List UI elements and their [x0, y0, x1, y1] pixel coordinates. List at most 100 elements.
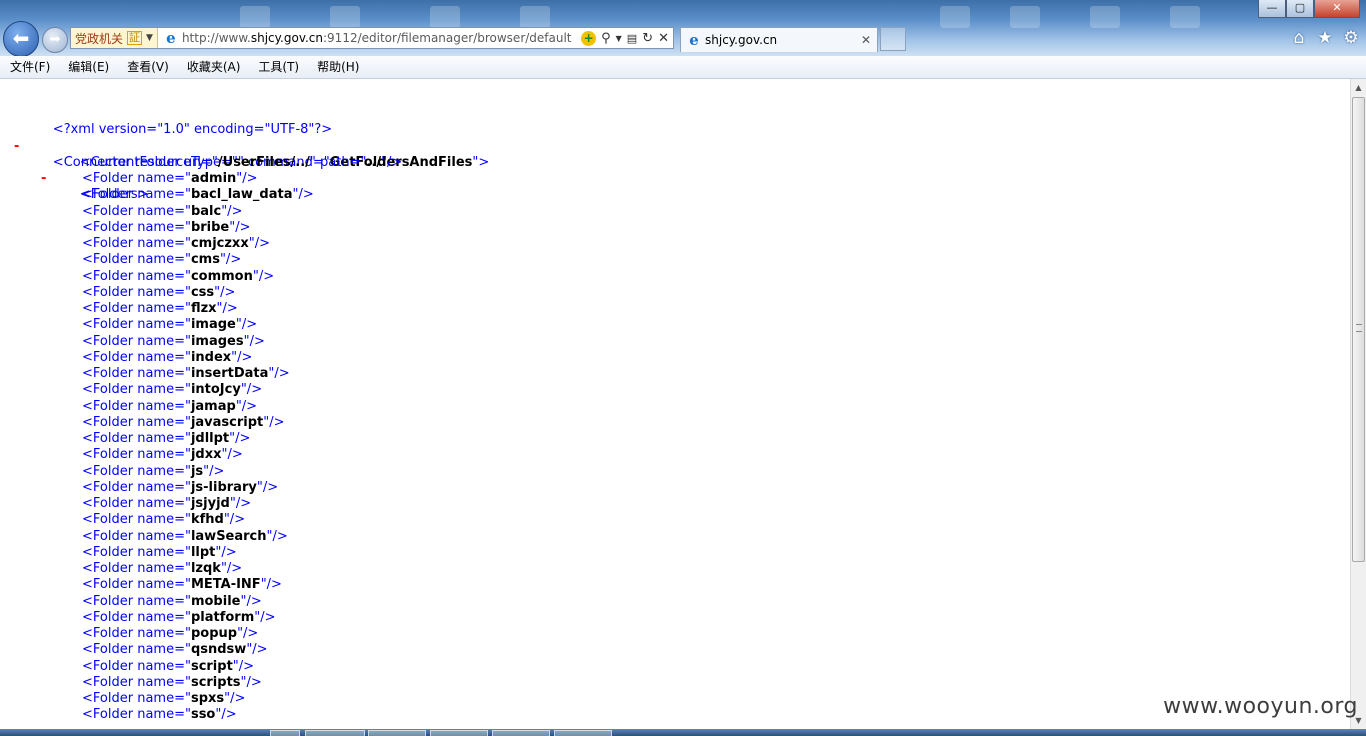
menu-favorites[interactable]: 收藏夹(A) [177, 57, 249, 77]
maximize-button[interactable]: ▢ [1286, 0, 1314, 18]
folder-name: admin [190, 171, 237, 186]
watermark: www.wooyun.org [1163, 694, 1358, 719]
folder-tag-close: "/> [216, 301, 238, 316]
seal-icon: 証 [127, 31, 143, 45]
folder-tag-open: <Folder name=" [82, 171, 191, 186]
close-window-button[interactable]: ✕ [1314, 0, 1360, 18]
folder-tag-close: "/> [215, 544, 237, 560]
folder-tag-close: "/> [229, 219, 251, 235]
folder-tag-open: <Folder name=" [82, 366, 191, 381]
scroll-up-icon[interactable]: ▲ [1351, 79, 1366, 96]
folder-tag-close: "/> [215, 707, 237, 723]
folder-tag-close: "/> [235, 398, 258, 414]
government-site-badge[interactable]: 党政机关 証 ▼ [71, 28, 158, 48]
taskbar-button[interactable] [305, 730, 365, 736]
background-tile [1010, 6, 1040, 28]
close-icon[interactable]: ✕ [859, 33, 873, 47]
folder-name: qsndsw [190, 642, 247, 658]
forward-button[interactable]: ➡ [42, 27, 68, 53]
folder-name: META-INF [190, 577, 261, 593]
folder-tag-close: "/> [248, 236, 270, 251]
folder-name: kfhd [190, 512, 224, 528]
folder-tag-close: "/> [240, 382, 263, 398]
home-icon[interactable]: ⌂ [1290, 28, 1308, 48]
folder-name: flzx [190, 301, 217, 316]
folder-entry: <Folder name="flzx"/> [0, 301, 489, 317]
minimize-button[interactable]: — [1258, 0, 1286, 18]
stop-icon[interactable]: ✕ [658, 31, 669, 46]
folder-tag-open: <Folder name=" [82, 544, 191, 560]
browser-toolbar-icons: ⌂ ★ ⚙ [1290, 28, 1360, 48]
menu-tools[interactable]: 工具(T) [248, 57, 307, 77]
folder-entry: <Folder name="lzqk"/> [0, 561, 489, 577]
badge-label: 党政机关 [75, 31, 124, 46]
folder-tag-close: "/> [231, 349, 253, 365]
taskbar-button[interactable] [430, 730, 488, 736]
grip-icon [1356, 324, 1362, 332]
url-input[interactable]: http://www.shjcy.gov.cn:9112/editor/file… [182, 31, 577, 45]
folder-entry: <Folder name="mobile"/> [0, 594, 489, 610]
chevron-down-icon[interactable]: ▼ [146, 33, 153, 43]
vertical-scrollbar[interactable]: ▲ ▼ [1350, 79, 1366, 729]
address-tools: + ⚲ ▼ ▤ ↻ ✕ [577, 30, 673, 46]
folder-name: sso [190, 707, 216, 723]
folder-entry: <Folder name="kfhd"/> [0, 512, 489, 528]
folder-tag-close: "/> [219, 252, 242, 268]
address-bar[interactable]: 党政机关 証 ▼ e http://www.shjcy.gov.cn:9112/… [70, 27, 674, 49]
folder-tag-open: <Folder name=" [82, 268, 191, 284]
search-icon[interactable]: ⚲ [601, 31, 611, 46]
folder-name: common [190, 268, 253, 284]
folder-tag-close: "/> [254, 609, 276, 625]
taskbar-button[interactable] [368, 730, 426, 736]
taskbar-button[interactable] [270, 730, 300, 736]
folder-tag-open: <Folder name=" [82, 561, 191, 576]
folder-name: js [190, 463, 204, 479]
new-tab-button[interactable] [880, 27, 906, 51]
folder-tag-open: <Folder name=" [82, 593, 191, 609]
back-button[interactable]: ⬅ [3, 21, 39, 56]
folder-entry: <Folder name="jamap"/> [0, 399, 489, 415]
background-tile [1090, 6, 1120, 28]
folder-tag-open: <Folder name=" [82, 317, 191, 333]
chevron-down-icon[interactable]: ▼ [616, 34, 622, 43]
compat-view-icon[interactable]: ▤ [627, 32, 637, 45]
star-icon[interactable]: ★ [1316, 28, 1334, 48]
folder-name: intoJcy [190, 382, 241, 398]
background-tile [520, 6, 550, 28]
folder-tag-close: "/> [240, 593, 262, 609]
folder-tag-close: "/> [220, 561, 243, 576]
folder-entry: <Folder name="sso"/> [0, 707, 489, 723]
folder-tag-close: "/> [224, 691, 246, 706]
folder-entry: <Folder name="insertData"/> [0, 366, 489, 382]
folder-tag-close: "/> [260, 577, 282, 593]
menu-file[interactable]: 文件(F) [0, 57, 58, 77]
scrollbar-thumb[interactable] [1352, 97, 1365, 562]
ie-page-icon: e [166, 29, 176, 47]
taskbar-button[interactable] [492, 730, 550, 736]
folder-tag-open: <Folder name=" [82, 219, 191, 235]
folder-tag-close: "/> [240, 674, 262, 690]
folder-name: image [190, 317, 236, 333]
folder-name: lawSearch [190, 528, 267, 544]
menu-view[interactable]: 查看(V) [117, 57, 177, 77]
menu-help[interactable]: 帮助(H) [307, 57, 367, 77]
compatibility-icon[interactable]: + [581, 30, 597, 46]
refresh-icon[interactable]: ↻ [642, 31, 653, 46]
folder-name: balc [190, 203, 222, 219]
folder-tag-open: <Folder name=" [82, 479, 191, 495]
folders-open-line: - <Folders> [0, 155, 489, 202]
folder-name: jsjyjd [190, 496, 230, 511]
url-prefix: http://www. [181, 31, 251, 45]
gear-icon[interactable]: ⚙ [1342, 28, 1360, 48]
menu-edit[interactable]: 编辑(E) [58, 57, 117, 77]
folder-entry: <Folder name="scripts"/> [0, 675, 489, 691]
folder-tag-close: "/> [268, 366, 290, 381]
taskbar-button[interactable] [554, 730, 612, 736]
folder-entry: <Folder name="css"/> [0, 285, 489, 301]
background-tile [1170, 6, 1200, 28]
browser-tab[interactable]: e shjcy.gov.cn ✕ [680, 27, 878, 52]
folder-tag-open: <Folder name=" [82, 512, 191, 528]
folder-name: cms [190, 252, 220, 268]
folder-entry: <Folder name="platform"/> [0, 610, 489, 626]
folder-tag-open: <Folder name=" [82, 284, 191, 300]
